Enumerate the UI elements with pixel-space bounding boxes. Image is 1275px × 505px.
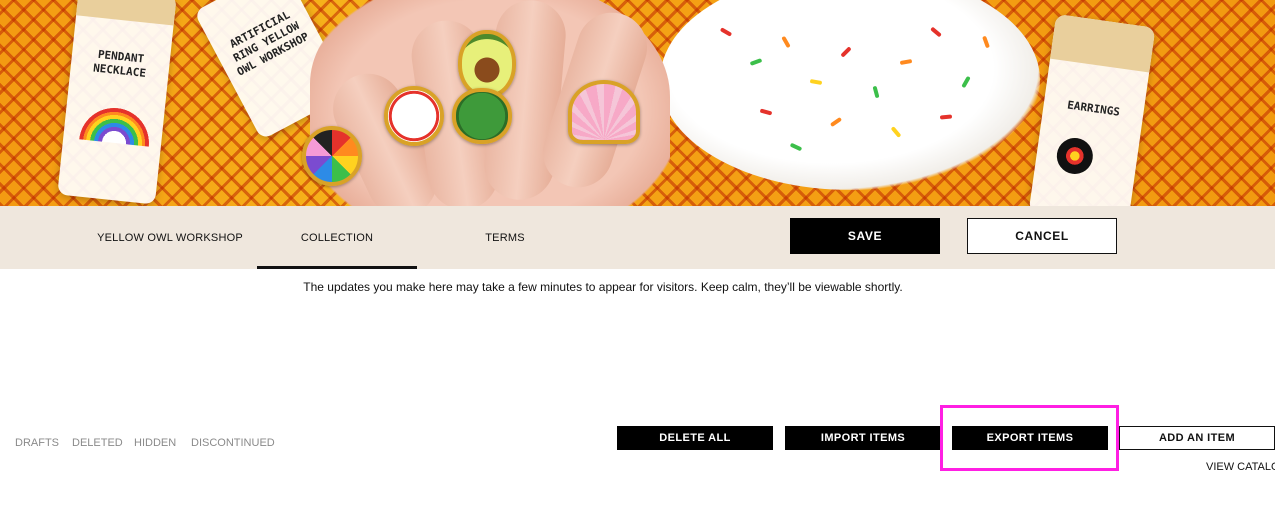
tab-terms[interactable]: TERMS	[425, 206, 585, 269]
tab-yellow-owl-workshop[interactable]: YELLOW OWL WORKSHOP	[90, 206, 250, 269]
avocado-skin-ring	[452, 88, 512, 144]
delete-all-button[interactable]: DELETE ALL	[617, 426, 773, 450]
filter-drafts[interactable]: DRAFTS	[15, 437, 59, 449]
add-an-item-button[interactable]: ADD AN ITEM	[1119, 426, 1275, 450]
tube-label-earrings: EARRINGS	[1066, 98, 1121, 119]
save-button[interactable]: SAVE	[790, 218, 940, 254]
rainbow-wheel-ring	[302, 126, 362, 186]
tab-label: YELLOW OWL WORKSHOP	[97, 231, 243, 244]
view-catalog-link[interactable]: VIEW CATALOG	[1206, 461, 1275, 473]
filter-deleted[interactable]: DELETED	[72, 437, 123, 449]
filter-hidden[interactable]: HIDDEN	[134, 437, 176, 449]
editor-nav-bar: YELLOW OWL WORKSHOP COLLECTION TERMS SAV…	[0, 206, 1275, 269]
tab-label: TERMS	[485, 231, 525, 244]
rainbow-pendant	[79, 104, 153, 147]
cake-ring	[384, 86, 444, 146]
import-items-button[interactable]: IMPORT ITEMS	[785, 426, 941, 450]
export-items-button[interactable]: EXPORT ITEMS	[952, 426, 1108, 450]
tab-label: COLLECTION	[300, 231, 374, 244]
earrings-tube: EARRINGS	[1028, 14, 1156, 206]
frosted-donut	[660, 0, 1040, 190]
record-earring	[1054, 135, 1096, 177]
tube-cap	[1050, 14, 1156, 73]
tube-label-pendant: PENDANT NECKLACE	[92, 47, 147, 80]
tube-label-ring: ARTIFICIAL RING YELLOW OWL WORKSHOP	[227, 8, 312, 79]
tube-cap	[76, 0, 177, 26]
cancel-button[interactable]: CANCEL	[967, 218, 1117, 254]
pendant-necklace-tube: PENDANT NECKLACE	[57, 0, 177, 205]
update-notice: The updates you make here may take a few…	[303, 280, 903, 294]
shell-ring	[568, 80, 640, 144]
filter-discontinued[interactable]: DISCONTINUED	[191, 437, 275, 449]
tab-collection[interactable]: COLLECTION	[257, 206, 417, 269]
hero-banner-image: PENDANT NECKLACE ARTIFICIAL RING YELLOW …	[0, 0, 1275, 206]
